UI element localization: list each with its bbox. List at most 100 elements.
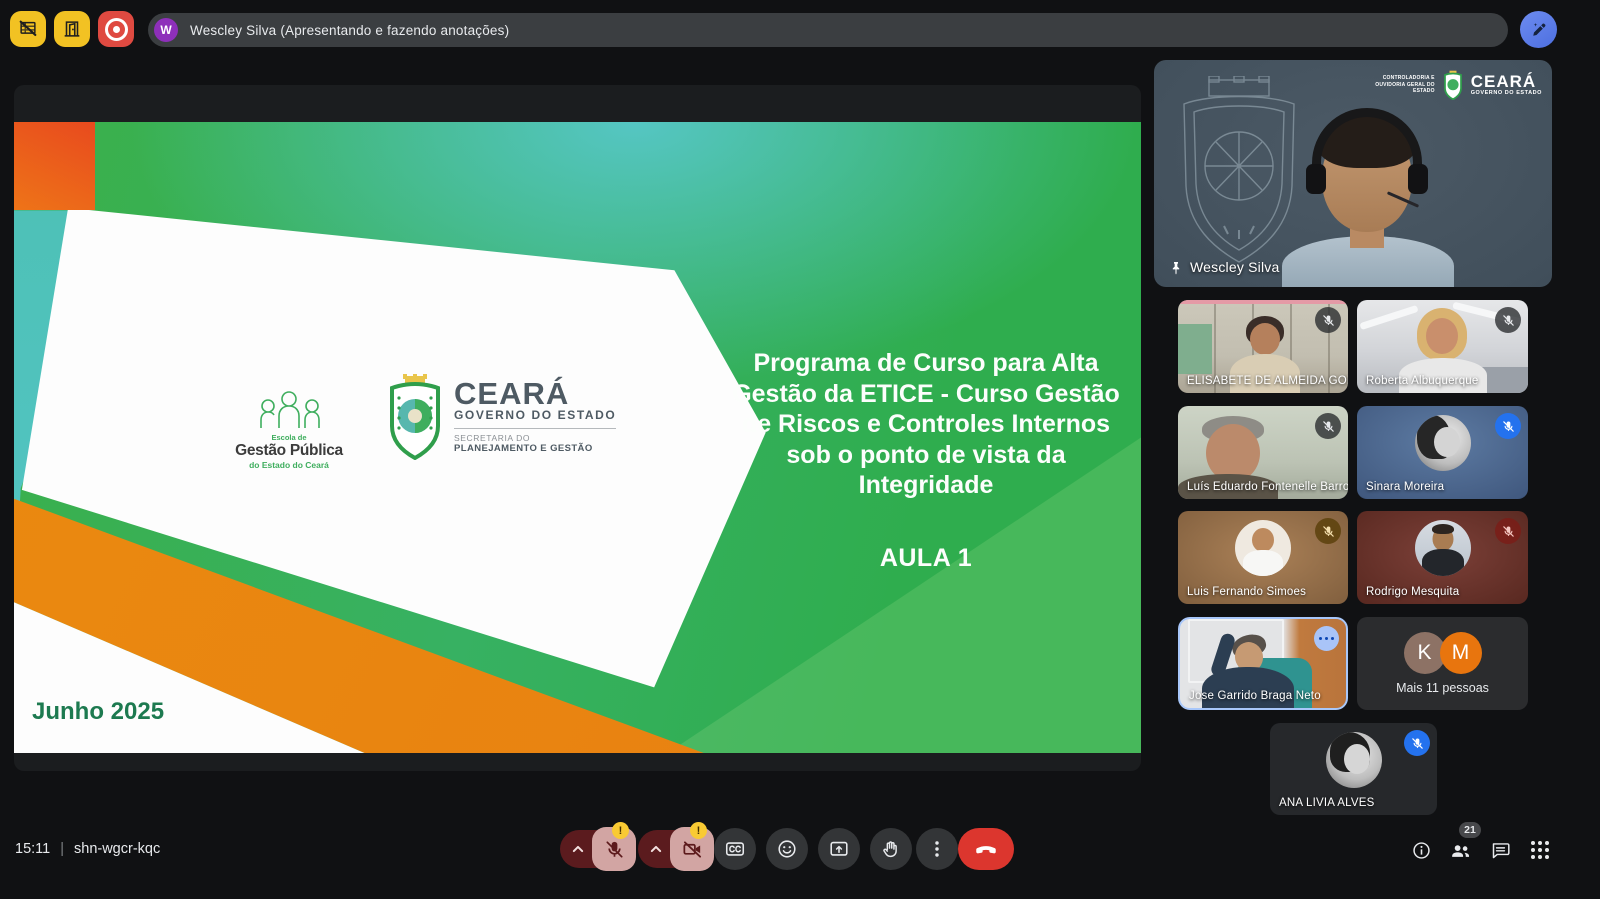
present-button[interactable]	[818, 828, 860, 870]
gov-logo-line2: GOVERNO DO ESTADO	[454, 408, 616, 429]
participant-name: Sinara Moreira	[1366, 481, 1444, 493]
activities-button[interactable]	[1528, 838, 1552, 862]
clock-time: 15:11	[15, 841, 50, 857]
avatar-m: M	[1440, 632, 1482, 674]
watermark-sub: GOVERNO DO ESTADO	[1471, 90, 1542, 96]
mic-off-icon	[603, 838, 626, 861]
participant-name: Luis Fernando Simoes	[1187, 586, 1306, 598]
watermark-name: CEARÁ	[1471, 74, 1542, 90]
mute-indicator	[1315, 413, 1341, 439]
avatar	[1415, 520, 1471, 576]
info-icon	[1411, 840, 1432, 861]
participant-tile-luis-eduardo[interactable]: Luís Eduardo Fontenelle Barros	[1178, 406, 1348, 499]
watermark-org: CONTROLADORIA E OUVIDORIA GERAL DO ESTAD…	[1373, 75, 1435, 95]
mute-indicator	[1315, 307, 1341, 333]
participant-tile-roberta[interactable]: Roberta Albuquerque	[1357, 300, 1528, 393]
end-call-icon	[973, 836, 999, 862]
tile-menu-button[interactable]	[1314, 626, 1339, 651]
ceara-gov-logo: CEARÁ GOVERNO DO ESTADO SECRETARIA DO PL…	[386, 374, 616, 460]
annotation-tool-button[interactable]	[1520, 11, 1557, 48]
present-screen-icon	[828, 838, 850, 860]
people-button[interactable]	[1448, 838, 1472, 862]
meeting-info: 15:11 | shn-wgcr-kqc	[15, 841, 160, 857]
slide-shape-red-block	[14, 122, 95, 210]
hide-board-button[interactable]	[10, 11, 46, 47]
chevron-up-icon	[646, 839, 666, 859]
presenter-banner-label: Wescley Silva (Apresentando e fazendo an…	[190, 23, 509, 38]
pin-icon	[1168, 260, 1184, 276]
mute-indicator	[1495, 413, 1521, 439]
overflow-avatars: K M	[1404, 632, 1482, 674]
cc-icon	[724, 838, 746, 860]
mute-indicator	[1495, 518, 1521, 544]
egp-logo-top: Escola de	[226, 433, 352, 442]
participant-name: Roberta Albuquerque	[1366, 375, 1479, 387]
info-button[interactable]	[1409, 838, 1433, 862]
presenter-banner[interactable]: W Wescley Silva (Apresentando e fazendo …	[148, 13, 1508, 47]
door-icon	[61, 18, 83, 40]
people-icon	[1449, 839, 1472, 862]
egp-logo-name: Gestão Pública	[226, 442, 352, 460]
participant-name: Luís Eduardo Fontenelle Barros	[1187, 481, 1348, 493]
overflow-tile-more-people[interactable]: K M Mais 11 pessoas	[1357, 617, 1528, 710]
camera-warning-badge: !	[690, 822, 707, 839]
avatar	[1326, 732, 1382, 788]
egp-people-icon	[247, 390, 331, 430]
participant-tile-luis-fernando[interactable]: Luis Fernando Simoes	[1178, 511, 1348, 604]
overflow-label: Mais 11 pessoas	[1396, 681, 1489, 695]
more-options-button[interactable]	[916, 828, 958, 870]
presenter-avatar: W	[154, 18, 178, 42]
captions-button[interactable]	[714, 828, 756, 870]
pen-sparkle-icon	[1529, 20, 1549, 40]
more-icon	[926, 838, 948, 860]
participant-name: Jose Garrido Braga Neto	[1189, 690, 1321, 702]
hand-icon	[880, 838, 902, 860]
participant-tile-sinara[interactable]: Sinara Moreira	[1357, 406, 1528, 499]
participant-tile-elisabete[interactable]: ELISABETE DE ALMEIDA GOM...	[1178, 300, 1348, 393]
chat-icon	[1490, 840, 1511, 861]
participant-name: ELISABETE DE ALMEIDA GOM...	[1187, 375, 1348, 387]
participant-name: Rodrigo Mesquita	[1366, 586, 1459, 598]
participant-name: ANA LIVIA ALVES	[1279, 797, 1374, 809]
slide-lesson: AULA 1	[714, 544, 1138, 573]
presentation-stage[interactable]: Escola de Gestão Pública do Estado do Ce…	[14, 85, 1141, 771]
gov-logo-name: CEARÁ	[454, 380, 616, 408]
ceara-shield-icon	[386, 374, 444, 460]
gov-logo-line4: PLANEJAMENTO E GESTÃO	[454, 443, 616, 454]
gov-logo-line3: SECRETARIA DO	[454, 433, 616, 443]
slide-date: Junho 2025	[32, 698, 164, 726]
speaker-name: Wescley Silva	[1190, 259, 1279, 275]
chevron-up-icon	[568, 839, 588, 859]
tile-watermark-logo: CONTROLADORIA E OUVIDORIA GERAL DO ESTAD…	[1373, 70, 1542, 100]
crest-line-art	[1164, 76, 1314, 271]
egp-logo: Escola de Gestão Pública do Estado do Ce…	[226, 390, 352, 470]
participant-tile-ana-livia[interactable]: ANA LIVIA ALVES	[1270, 723, 1437, 815]
avatar	[1235, 520, 1291, 576]
avatar	[1415, 415, 1471, 471]
apps-grid-icon	[1531, 841, 1549, 859]
raise-hand-button[interactable]	[870, 828, 912, 870]
mic-warning-badge: !	[612, 822, 629, 839]
watermark-shield-icon	[1441, 70, 1465, 100]
meet-window: W Wescley Silva (Apresentando e fazendo …	[0, 0, 1600, 899]
speaker-tile-wescley[interactable]: CONTROLADORIA E OUVIDORIA GERAL DO ESTAD…	[1154, 60, 1552, 287]
camera-off-icon	[681, 838, 704, 861]
record-icon	[105, 18, 128, 41]
board-off-icon	[17, 18, 39, 40]
mute-indicator	[1495, 307, 1521, 333]
emoji-icon	[776, 838, 798, 860]
participant-tile-rodrigo[interactable]: Rodrigo Mesquita	[1357, 511, 1528, 604]
egp-logo-bottom: do Estado do Ceará	[226, 460, 352, 470]
meeting-code: shn-wgcr-kqc	[74, 841, 160, 857]
participant-tile-jose[interactable]: Jose Garrido Braga Neto	[1178, 617, 1348, 710]
mute-indicator	[1404, 730, 1430, 756]
headset	[1312, 108, 1422, 180]
mute-indicator	[1315, 518, 1341, 544]
slide-title: Programa de Curso para Alta Gestão da ET…	[714, 348, 1138, 501]
reactions-button[interactable]	[766, 828, 808, 870]
slide: Escola de Gestão Pública do Estado do Ce…	[14, 122, 1141, 753]
exit-door-button[interactable]	[54, 11, 90, 47]
record-button[interactable]	[98, 11, 134, 47]
end-call-button[interactable]	[958, 828, 1014, 870]
chat-button[interactable]	[1488, 838, 1512, 862]
